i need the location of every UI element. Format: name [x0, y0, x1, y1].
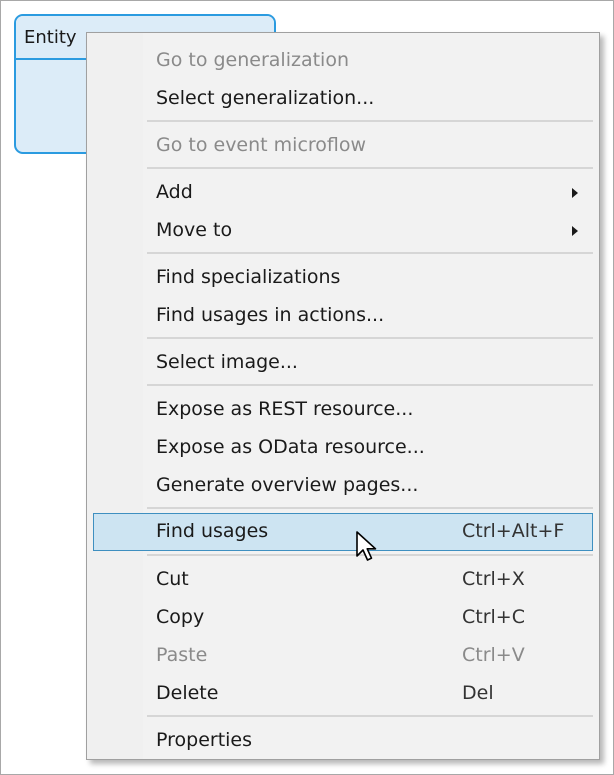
menu-item-label: Find specializations	[156, 266, 341, 288]
menu-item-expose-as-rest-resource[interactable]: Expose as REST resource...	[93, 391, 593, 427]
menu-item-label: Find usages	[156, 520, 269, 542]
menu-item-label: Go to event microflow	[156, 134, 367, 156]
menu-item-move-to[interactable]: Move to	[93, 212, 593, 248]
menu-item-copy[interactable]: Copy Ctrl+C	[93, 599, 593, 635]
menu-separator	[147, 507, 593, 509]
menu-item-label: Delete	[156, 682, 219, 704]
menu-separator	[147, 167, 593, 169]
menu-item-label: Properties	[156, 729, 253, 751]
menu-separator	[147, 384, 593, 386]
menu-item-shortcut: Ctrl+X	[462, 568, 525, 590]
menu-item-find-usages[interactable]: Find usages Ctrl+Alt+F	[93, 513, 593, 551]
context-menu: Go to generalization Select generalizati…	[86, 32, 600, 760]
menu-item-label: Move to	[156, 219, 233, 241]
chevron-right-icon	[572, 188, 578, 198]
menu-item-label: Find usages in actions...	[156, 304, 385, 326]
menu-item-go-to-event-microflow[interactable]: Go to event microflow	[93, 127, 593, 163]
menu-item-label: Expose as REST resource...	[156, 398, 414, 420]
menu-item-select-image[interactable]: Select image...	[93, 344, 593, 380]
menu-item-label: Expose as OData resource...	[156, 436, 425, 458]
menu-item-expose-as-odata-resource[interactable]: Expose as OData resource...	[93, 429, 593, 465]
menu-item-go-to-generalization[interactable]: Go to generalization	[93, 42, 593, 78]
menu-separator	[147, 715, 593, 717]
menu-separator	[147, 252, 593, 254]
menu-item-add[interactable]: Add	[93, 174, 593, 210]
mouse-pointer-icon	[356, 531, 377, 561]
menu-item-paste[interactable]: Paste Ctrl+V	[93, 637, 593, 673]
menu-item-label: Generate overview pages...	[156, 474, 419, 496]
menu-item-shortcut: Ctrl+Alt+F	[462, 520, 565, 542]
menu-item-label: Add	[156, 181, 193, 203]
menu-item-shortcut: Del	[462, 682, 494, 704]
menu-item-find-usages-in-actions[interactable]: Find usages in actions...	[93, 297, 593, 333]
menu-separator	[147, 120, 593, 122]
menu-item-shortcut: Ctrl+C	[462, 606, 525, 628]
menu-item-delete[interactable]: Delete Del	[93, 675, 593, 711]
menu-item-label: Cut	[156, 568, 189, 590]
menu-item-find-specializations[interactable]: Find specializations	[93, 259, 593, 295]
menu-item-label: Paste	[156, 644, 208, 666]
menu-item-label: Go to generalization	[156, 49, 350, 71]
chevron-right-icon	[572, 226, 578, 236]
menu-item-cut[interactable]: Cut Ctrl+X	[93, 561, 593, 597]
menu-item-generate-overview-pages[interactable]: Generate overview pages...	[93, 467, 593, 503]
menu-item-shortcut: Ctrl+V	[462, 644, 525, 666]
menu-item-label: Copy	[156, 606, 205, 628]
menu-item-properties[interactable]: Properties	[93, 722, 593, 758]
menu-item-label: Select generalization...	[156, 87, 375, 109]
menu-item-label: Select image...	[156, 351, 298, 373]
menu-item-select-generalization[interactable]: Select generalization...	[93, 80, 593, 116]
menu-separator	[147, 337, 593, 339]
